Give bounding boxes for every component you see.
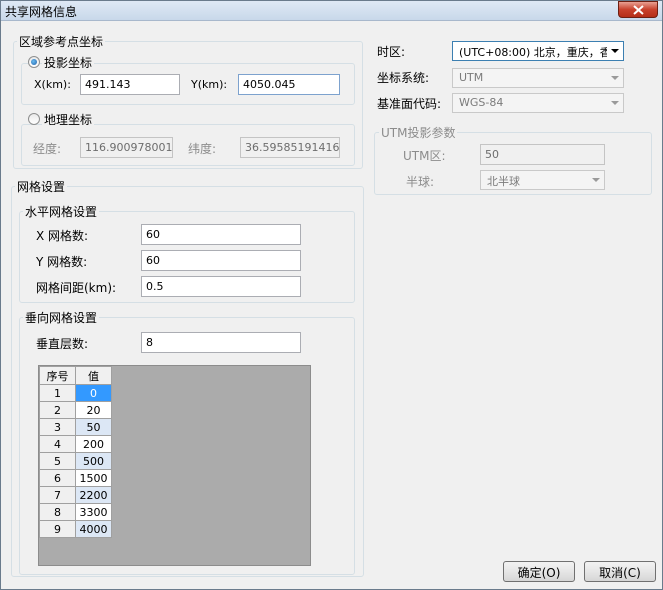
- utm-zone-input[interactable]: 50: [480, 144, 605, 165]
- longitude-input[interactable]: 116.900978001651: [80, 137, 173, 158]
- row-index-cell[interactable]: 1: [39, 384, 76, 402]
- chevron-down-icon: [611, 101, 619, 105]
- projected-radio[interactable]: [28, 56, 40, 68]
- table-row[interactable]: 3 50: [39, 418, 112, 436]
- close-button[interactable]: [618, 1, 658, 18]
- row-index-cell[interactable]: 4: [39, 435, 76, 453]
- y-grid-count-label: Y 网格数:: [36, 255, 88, 269]
- coord-system-select[interactable]: UTM: [452, 68, 624, 88]
- title-bar: 共享网格信息: [1, 1, 662, 21]
- coord-system-dropdown-arrow[interactable]: [607, 69, 623, 87]
- datum-dropdown-arrow[interactable]: [607, 94, 623, 112]
- table-row[interactable]: 8 3300: [39, 503, 112, 521]
- layers-table: 序号 值 10 2 20 3 50 4 200 5 500 6 1500 7 2200 83…: [39, 366, 112, 538]
- row-value-cell[interactable]: 200: [75, 435, 112, 453]
- vertical-grid-group-label: 垂向网格设置: [23, 309, 100, 326]
- table-row[interactable]: 5 500: [39, 452, 112, 470]
- table-row[interactable]: 7 2200: [39, 486, 112, 504]
- hemisphere-dropdown-arrow[interactable]: [588, 171, 604, 189]
- timezone-value: (UTC+08:00) 北京，重庆，香港: [459, 46, 622, 59]
- hemisphere-select[interactable]: 北半球: [480, 170, 605, 190]
- x-coord-label: X(km):: [34, 78, 71, 91]
- ok-button[interactable]: 确定(O): [503, 561, 575, 582]
- table-row[interactable]: 9 4000: [39, 520, 112, 538]
- timezone-select[interactable]: (UTC+08:00) 北京，重庆，香港: [452, 41, 624, 61]
- row-index-cell[interactable]: 6: [39, 469, 76, 487]
- vertical-layers-label: 垂直层数:: [36, 337, 89, 351]
- row-value-cell[interactable]: 500: [75, 452, 112, 470]
- grid-settings-group-label: 网格设置: [15, 178, 68, 195]
- close-icon: [633, 5, 644, 15]
- geographic-label: 地理坐标: [42, 111, 95, 128]
- projected-label: 投影坐标: [42, 54, 95, 71]
- window-title: 共享网格信息: [5, 5, 78, 19]
- datum-label: 基准面代码:: [377, 97, 442, 111]
- grid-spacing-label: 网格间距(km):: [36, 281, 117, 295]
- vertical-layers-input[interactable]: 8: [141, 332, 301, 353]
- timezone-label: 时区:: [377, 45, 406, 59]
- row-index-cell[interactable]: 7: [39, 486, 76, 504]
- latitude-input[interactable]: 36.5958519141631: [240, 137, 340, 158]
- utm-params-group-label: UTM投影参数: [379, 124, 458, 141]
- header-index[interactable]: 序号: [39, 366, 76, 385]
- longitude-label: 经度:: [33, 142, 62, 156]
- hemisphere-label: 半球:: [406, 175, 435, 189]
- row-value-cell[interactable]: 2200: [75, 486, 112, 504]
- row-value-cell[interactable]: 50: [75, 418, 112, 436]
- y-coord-label: Y(km):: [191, 78, 228, 91]
- row-index-cell[interactable]: 2: [39, 401, 76, 419]
- latitude-label: 纬度:: [188, 142, 217, 156]
- grid-spacing-input[interactable]: 0.5: [141, 276, 301, 297]
- x-grid-count-label: X 网格数:: [36, 229, 89, 243]
- table-row[interactable]: 2 20: [39, 401, 112, 419]
- vertical-layers-grid[interactable]: 序号 值 10 2 20 3 50 4 200 5 500 6 1500 7 2200 83…: [38, 365, 311, 566]
- row-value-cell[interactable]: 20: [75, 401, 112, 419]
- dialog-window: 共享网格信息 区域参考点坐标 投影坐标 X(km): 491.143 Y(km)…: [0, 0, 663, 590]
- table-header-row: 序号 值: [39, 366, 112, 385]
- row-value-cell[interactable]: 0: [75, 384, 112, 402]
- coord-system-value: UTM: [459, 71, 484, 84]
- hemisphere-value: 北半球: [487, 175, 520, 188]
- ref-coords-group-label: 区域参考点坐标: [17, 33, 106, 50]
- y-coord-input[interactable]: 4050.045: [238, 74, 340, 95]
- row-index-cell[interactable]: 5: [39, 452, 76, 470]
- row-value-cell[interactable]: 4000: [75, 520, 112, 538]
- geographic-radio[interactable]: [28, 113, 40, 125]
- chevron-down-icon: [611, 76, 619, 80]
- cancel-button[interactable]: 取消(C): [584, 561, 656, 582]
- row-value-cell[interactable]: 1500: [75, 469, 112, 487]
- datum-select[interactable]: WGS-84: [452, 93, 624, 113]
- x-grid-count-input[interactable]: 60: [141, 224, 301, 245]
- table-row[interactable]: 6 1500: [39, 469, 112, 487]
- x-coord-input[interactable]: 491.143: [80, 74, 180, 95]
- y-grid-count-input[interactable]: 60: [141, 250, 301, 271]
- chevron-down-icon: [611, 49, 619, 53]
- row-index-cell[interactable]: 9: [39, 520, 76, 538]
- chevron-down-icon: [592, 178, 600, 182]
- datum-value: WGS-84: [459, 96, 504, 109]
- row-index-cell[interactable]: 8: [39, 503, 76, 521]
- horizontal-grid-group-label: 水平网格设置: [23, 203, 100, 220]
- table-row[interactable]: 4 200: [39, 435, 112, 453]
- header-value[interactable]: 值: [75, 366, 112, 385]
- utm-zone-label: UTM区:: [403, 149, 446, 163]
- coord-system-label: 坐标系统:: [377, 71, 430, 85]
- row-value-cell[interactable]: 3300: [75, 503, 112, 521]
- table-row[interactable]: 10: [39, 384, 112, 402]
- row-index-cell[interactable]: 3: [39, 418, 76, 436]
- timezone-dropdown-arrow[interactable]: [607, 42, 623, 60]
